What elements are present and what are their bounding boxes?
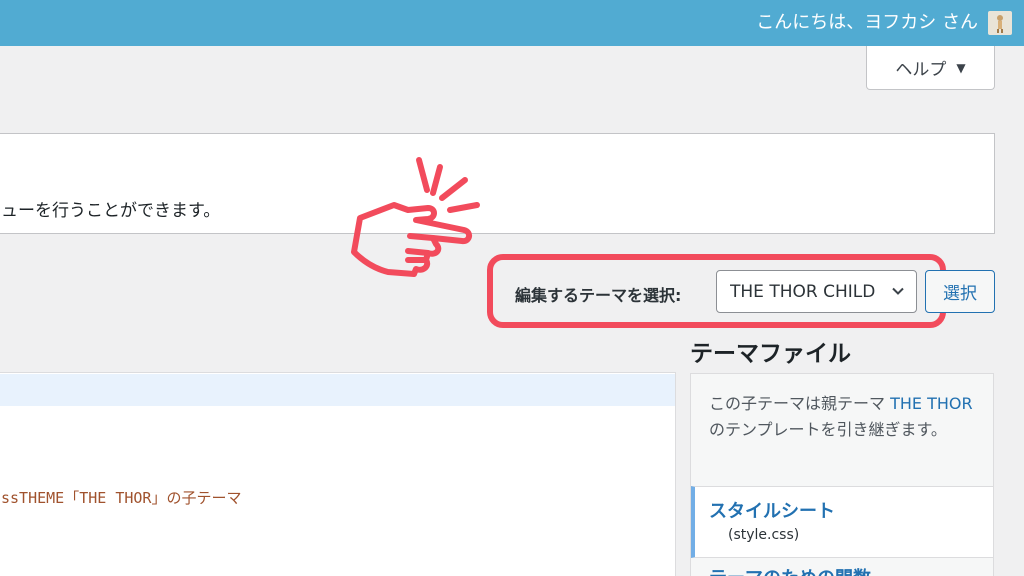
code-line: ssTHEME「THE THOR」の子テーマ: [1, 489, 242, 507]
desc-after: のテンプレートを引き継ぎます。: [709, 420, 947, 439]
theme-select-dropdown[interactable]: THE THOR CHILD: [716, 270, 917, 313]
help-label: ヘルプ: [895, 60, 947, 80]
file-name: スタイルシート: [709, 501, 835, 522]
theme-select-label: 編集するテーマを選択:: [515, 286, 682, 305]
avatar[interactable]: [988, 11, 1012, 35]
notice-box: ューを行うことができます。: [0, 133, 995, 234]
editor-active-line: [0, 374, 675, 406]
parent-theme-link[interactable]: THE THOR: [890, 394, 973, 413]
admin-bar: こんにちは、ヨフカシ さん: [0, 0, 1024, 46]
notice-text: ューを行うことができます。: [1, 201, 221, 221]
file-item-stylesheet[interactable]: スタイルシート (style.css): [691, 486, 993, 558]
greeting-text[interactable]: こんにちは、ヨフカシ さん: [756, 11, 978, 35]
code-editor[interactable]: ssTHEME「THE THOR」の子テーマ: [0, 372, 676, 576]
theme-files-heading: テーマファイル: [690, 341, 851, 367]
theme-files-description: この子テーマは親テーマ THE THOR のテンプレートを引き継ぎます。: [709, 391, 979, 443]
file-filename: (style.css): [728, 527, 800, 543]
chevron-down-icon: [892, 287, 904, 295]
caret-down-icon: ▼: [956, 60, 966, 75]
select-theme-button[interactable]: 選択: [925, 270, 995, 313]
theme-select-value: THE THOR CHILD: [730, 282, 876, 302]
avatar-figure-icon: [997, 15, 1003, 33]
file-item-functions[interactable]: テーマのための関数: [709, 564, 871, 576]
desc-before: この子テーマは親テーマ: [709, 394, 891, 413]
pointing-hand-icon: [351, 157, 480, 277]
help-button[interactable]: ヘルプ ▼: [866, 46, 995, 90]
theme-files-panel: この子テーマは親テーマ THE THOR のテンプレートを引き継ぎます。 スタイ…: [690, 373, 994, 576]
